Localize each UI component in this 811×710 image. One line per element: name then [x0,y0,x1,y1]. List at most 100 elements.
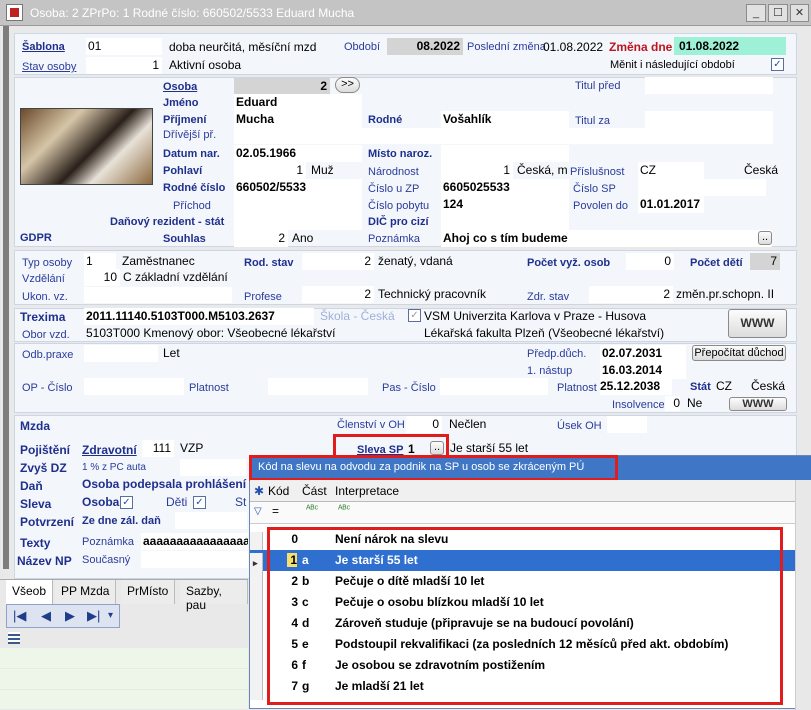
titul-za-field[interactable] [645,111,773,128]
pas-platnost-field[interactable]: 25.12.2038 [600,378,672,395]
menit-checkbox[interactable]: ✓ [771,58,784,71]
clenstvi-text: Nečlen [449,417,487,431]
col-kod-header[interactable]: Kód [268,484,289,498]
grid-icon[interactable] [8,632,20,644]
sleva-deti-checkbox[interactable]: ✓ [193,496,206,509]
op-cislo-label: OP - Číslo [22,382,73,394]
op-platnost-field[interactable] [268,378,368,395]
left-splitter[interactable] [3,26,9,569]
col-cast-header[interactable]: Část [302,484,327,498]
obor-value: 5103T000 Kmenový obor: Všeobecné lékařst… [86,326,336,340]
prijmeni-field[interactable]: Mucha [234,111,362,128]
mzda-label: Mzda [20,419,50,433]
sleva-osoba-checkbox[interactable]: ✓ [120,496,133,509]
dic-label: DIČ pro cizí [368,216,429,228]
op-platnost-label: Platnost [189,382,229,394]
zdr-stav-code[interactable]: 2 [589,286,673,303]
cislo-sp-field[interactable] [638,179,766,196]
filter-interp[interactable]: ᴬᴮᶜ [338,504,350,515]
sablona-code-field[interactable]: 01 [86,38,162,55]
tab-sazby[interactable]: Sazby, pau [180,580,248,612]
osoba-next-button[interactable]: >> [335,77,360,93]
dan-label: Daň [20,479,43,493]
maximize-button[interactable]: ☐ [768,4,788,22]
sablona-label[interactable]: Šablona [22,41,65,53]
texty-poznamka-field[interactable]: aaaaaaaaaaaaaaaaa [141,533,248,550]
datum-field[interactable]: 02.05.1966 [234,145,362,162]
stav-code-field[interactable]: 1 [86,57,162,74]
osoba-label[interactable]: Osoba [163,81,197,93]
prislusnost-code[interactable]: CZ [638,162,704,179]
profese-text: Technický pracovník [378,287,487,301]
prepocitat-button[interactable]: Přepočítat důchod [692,345,786,361]
nastup-field[interactable]: 16.03.2014 [600,362,686,379]
ukon-field[interactable] [84,287,232,303]
zdravotni-code[interactable]: 111 [142,440,174,457]
povolen-field[interactable]: 01.01.2017 [638,196,704,213]
next-record-icon[interactable]: ▶ [65,608,75,624]
misto-label: Místo naroz. [368,148,433,160]
dic-field[interactable] [441,213,569,230]
titul-pred-field[interactable] [645,77,773,94]
drivejsi-field[interactable] [234,128,773,144]
nazev-np-field[interactable] [141,551,248,568]
op-cislo-field[interactable] [84,378,184,395]
tab-prmisto[interactable]: PrMísto [121,580,176,604]
last-record-icon[interactable]: ▶| [87,608,100,624]
cislo-zp-field[interactable]: 6605025533 [441,179,569,196]
souhlas-code[interactable]: 2 [234,230,288,247]
vzdelani-code[interactable]: 10 [84,269,120,286]
typ-osoby-code[interactable]: 1 [84,253,116,270]
prev-record-icon[interactable]: ◀ [41,608,51,624]
trexima-field[interactable]: 2011.11140.5103T000.M5103.2637 [84,308,314,325]
pas-cislo-field[interactable] [440,378,548,395]
souhlas-label: Souhlas [163,233,206,245]
narodnost-code[interactable]: 1 [441,162,513,179]
zdr-stav-text: změn.pr.schopn. II [676,287,775,301]
grid-settings-icon[interactable]: ✱ [254,484,264,498]
nazev-np-label: Název NP [17,554,72,568]
usek-oh-field[interactable] [607,416,647,433]
tab-vseob[interactable]: Všeob [6,580,54,604]
filter-kod[interactable]: = [272,504,279,518]
pocet-vyz-field[interactable]: 0 [626,253,674,270]
potvrzeni-field[interactable] [175,512,247,529]
app-icon[interactable] [6,4,23,21]
prichod-field[interactable] [234,196,362,213]
predp-duch-label: Předp.důch. [527,348,587,360]
odb-praxe-field[interactable] [84,345,158,362]
danovy-rezident-field[interactable] [234,213,362,230]
zmena-dne-field[interactable]: 01.08.2022 [674,37,786,55]
col-interp-header[interactable]: Interpretace [335,484,399,498]
tab-pp-mzda[interactable]: PP Mzda [55,580,117,604]
minimize-button[interactable]: _ [746,4,766,22]
navigator-dropdown-icon[interactable]: ▾ [108,610,113,621]
predp-duch-field[interactable]: 02.07.2031 [600,345,686,362]
stat-code[interactable]: CZ [716,379,732,393]
poznamka-field[interactable]: Ahoj co s tím budeme [441,230,772,247]
rod-stav-code[interactable]: 2 [302,253,374,270]
rodne-field[interactable]: Vošahlík [441,111,569,128]
clenstvi-code[interactable]: 0 [406,416,442,433]
cislo-pobytu-field[interactable]: 124 [441,196,569,213]
poznamka-more-button[interactable]: .. [758,231,772,245]
www-school-button[interactable]: WWW [728,309,787,338]
close-button[interactable]: ✕ [790,4,809,22]
popup-scrollbar[interactable] [795,480,811,710]
vzdelani-label: Vzdělání [22,273,65,285]
sleva-deti-label: Děti [166,495,188,509]
jmeno-field[interactable]: Eduard [234,94,362,111]
skola-checkbox[interactable]: ✓ [408,309,421,322]
filter-icon[interactable]: ▽ [254,506,262,517]
zdravotni-label[interactable]: Zdravotní [82,443,137,457]
stav-osoby-label[interactable]: Stav osoby [22,61,76,73]
rodne-cislo-field[interactable]: 660502/5533 [234,179,362,196]
zvys-dz-field[interactable] [180,459,246,476]
pohlavi-code[interactable]: 1 [234,162,306,179]
first-record-icon[interactable]: |◀ [13,608,26,624]
insolvence-code[interactable]: 0 [665,396,680,411]
www-insolvence-button[interactable]: WWW [729,397,787,411]
profese-code[interactable]: 2 [302,286,374,303]
misto-field[interactable] [441,145,569,162]
filter-cast[interactable]: ᴬᴮᶜ [306,504,318,515]
